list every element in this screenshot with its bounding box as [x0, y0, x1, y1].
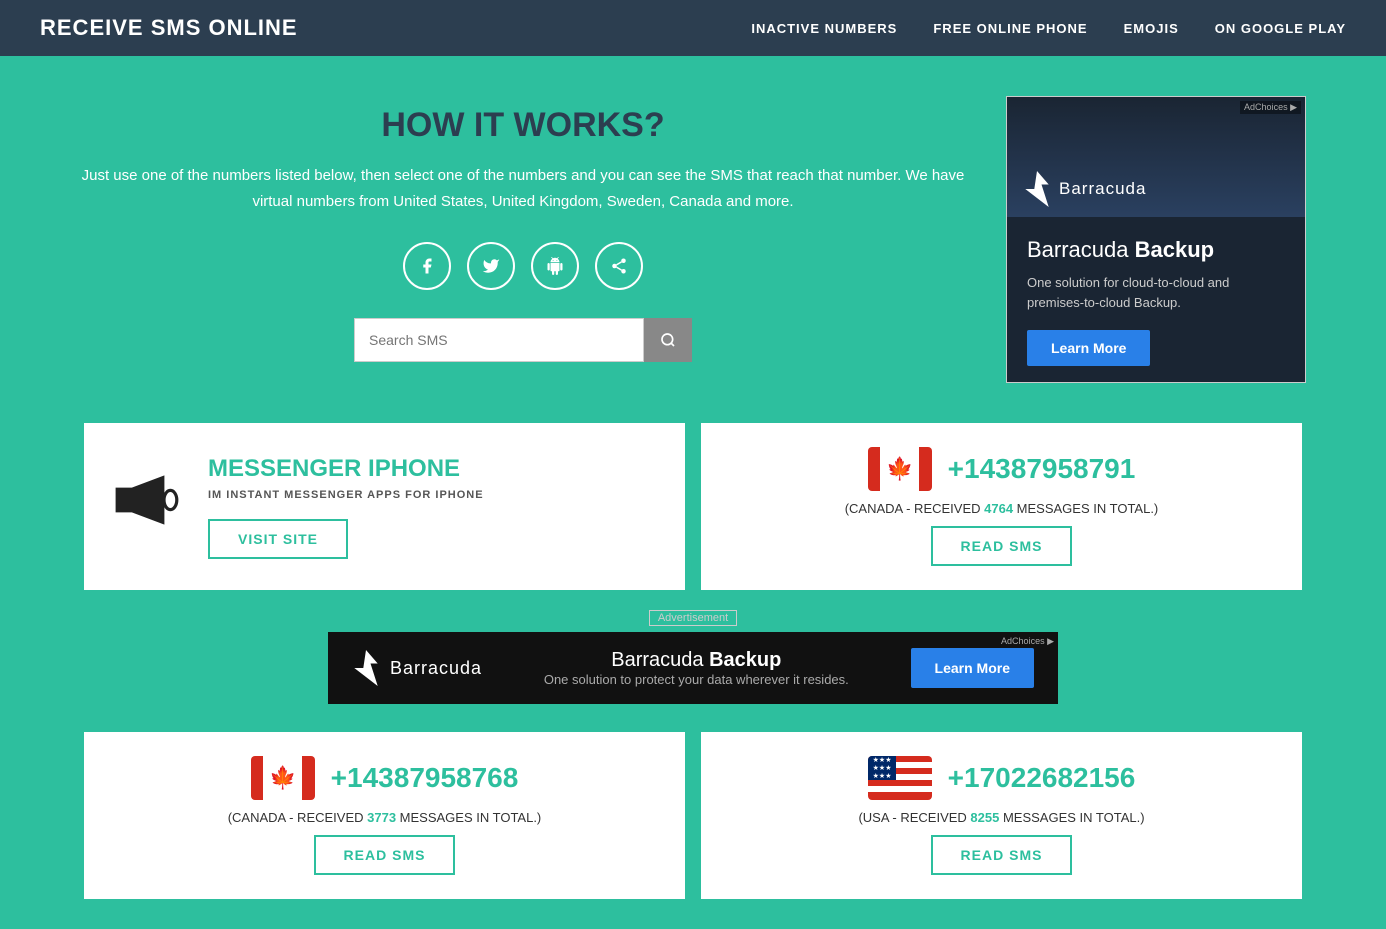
- usa-flag: ★★★★★★★★★: [868, 756, 932, 800]
- phone-meta-2: (CANADA - RECEIVED 3773 MESSAGES IN TOTA…: [228, 810, 542, 825]
- hero-description: Just use one of the numbers listed below…: [80, 163, 966, 214]
- phone-card-1: 🍁 +14387958791 (CANADA - RECEIVED 4764 M…: [701, 423, 1302, 590]
- ad-banner: AdChoices ▶ Barracuda Barracuda Backup O…: [328, 632, 1058, 704]
- sidebar-ad: AdChoices ▶ Barracuda Barracuda Backup O…: [1006, 96, 1306, 383]
- hero-title: HOW IT WORKS?: [80, 106, 966, 145]
- share-icon[interactable]: [595, 242, 643, 290]
- ad-inner: Barracuda Backup One solution for cloud-…: [1007, 217, 1305, 382]
- ad-banner-text: Barracuda Backup One solution to protect…: [502, 649, 890, 687]
- messenger-card-subtitle: IM INSTANT MESSENGER APPS FOR IPHONE: [208, 489, 661, 501]
- barracuda-logo: Barracuda: [1023, 171, 1146, 207]
- phone-number-2: +14387958768: [331, 762, 519, 794]
- messenger-card: MESSENGER IPHONE IM INSTANT MESSENGER AP…: [84, 423, 685, 590]
- free-online-phone-link[interactable]: FREE ONLINE PHONE: [933, 21, 1087, 36]
- phone-card-2-top: 🍁 +14387958768: [251, 756, 519, 800]
- bottom-cards-row: 🍁 +14387958768 (CANADA - RECEIVED 3773 M…: [80, 732, 1306, 899]
- ad-banner-logo: Barracuda: [352, 650, 482, 686]
- search-input[interactable]: [354, 318, 644, 362]
- phone-meta-3: (USA - RECEIVED 8255 MESSAGES IN TOTAL.): [858, 810, 1144, 825]
- hero-content: HOW IT WORKS? Just use one of the number…: [80, 96, 966, 362]
- visit-site-button[interactable]: Visit Site: [208, 519, 348, 559]
- read-sms-button-1[interactable]: Read SMS: [931, 526, 1073, 566]
- on-google-play-link[interactable]: ON GOOGLE PLAY: [1215, 21, 1346, 36]
- phone-meta-1: (CANADA - RECEIVED 4764 MESSAGES IN TOTA…: [845, 501, 1159, 516]
- ad-banner-choices: AdChoices ▶: [1001, 636, 1054, 647]
- messenger-card-title: MESSENGER IPHONE: [208, 455, 661, 483]
- phone-card-3-top: ★★★★★★★★★ +17022682156: [868, 756, 1136, 800]
- ad-choices-label: AdChoices ▶: [1240, 101, 1301, 114]
- social-icons-row: [80, 242, 966, 290]
- canada-flag-2: 🍁: [251, 756, 315, 800]
- facebook-icon[interactable]: [403, 242, 451, 290]
- phone-card-3: ★★★★★★★★★ +17022682156 (USA - RECEIVED 8…: [701, 732, 1302, 899]
- maple-leaf-icon-2: 🍁: [269, 765, 296, 791]
- twitter-icon[interactable]: [467, 242, 515, 290]
- phone-card-2: 🍁 +14387958768 (CANADA - RECEIVED 3773 M…: [84, 732, 685, 899]
- site-logo: RECEIVE SMS ONLINE: [40, 15, 298, 41]
- android-icon[interactable]: [531, 242, 579, 290]
- ad-learn-more-button[interactable]: Learn More: [1027, 330, 1150, 366]
- ad-banner-headline: Barracuda Backup: [502, 649, 890, 672]
- phone-card-1-top: 🍁 +14387958791: [868, 447, 1136, 491]
- barracuda-brand: Barracuda: [1059, 179, 1146, 199]
- read-sms-button-3[interactable]: Read SMS: [931, 835, 1073, 875]
- search-button[interactable]: [644, 318, 692, 362]
- ad-banner-brand: Barracuda: [390, 658, 482, 679]
- megaphone-icon: [108, 465, 188, 549]
- phone-number-1: +14387958791: [948, 453, 1136, 485]
- ad-headline: Barracuda Backup: [1027, 237, 1285, 263]
- ad-banner-label: Advertisement: [649, 610, 737, 626]
- messenger-card-body: MESSENGER IPHONE IM INSTANT MESSENGER AP…: [208, 455, 661, 559]
- ad-subtext: One solution for cloud-to-cloud and prem…: [1027, 273, 1285, 312]
- main-content: MESSENGER IPHONE IM INSTANT MESSENGER AP…: [0, 423, 1386, 929]
- ad-banner-wrap: Advertisement AdChoices ▶ Barracuda Barr…: [80, 590, 1306, 712]
- ad-banner-subtext: One solution to protect your data wherev…: [502, 672, 890, 687]
- ad-banner-learn-more-button[interactable]: Learn More: [911, 648, 1034, 688]
- canada-flag: 🍁: [868, 447, 932, 491]
- nav-links: INACTIVE NUMBERS FREE ONLINE PHONE EMOJI…: [751, 21, 1346, 36]
- emojis-link[interactable]: EMOJIS: [1124, 21, 1179, 36]
- maple-leaf-icon: 🍁: [886, 456, 913, 482]
- search-bar: [80, 318, 966, 362]
- navbar: RECEIVE SMS ONLINE INACTIVE NUMBERS FREE…: [0, 0, 1386, 56]
- inactive-numbers-link[interactable]: INACTIVE NUMBERS: [751, 21, 897, 36]
- phone-number-3: +17022682156: [948, 762, 1136, 794]
- read-sms-button-2[interactable]: Read SMS: [314, 835, 456, 875]
- top-cards-row: MESSENGER IPHONE IM INSTANT MESSENGER AP…: [80, 423, 1306, 590]
- hero-section: HOW IT WORKS? Just use one of the number…: [0, 56, 1386, 423]
